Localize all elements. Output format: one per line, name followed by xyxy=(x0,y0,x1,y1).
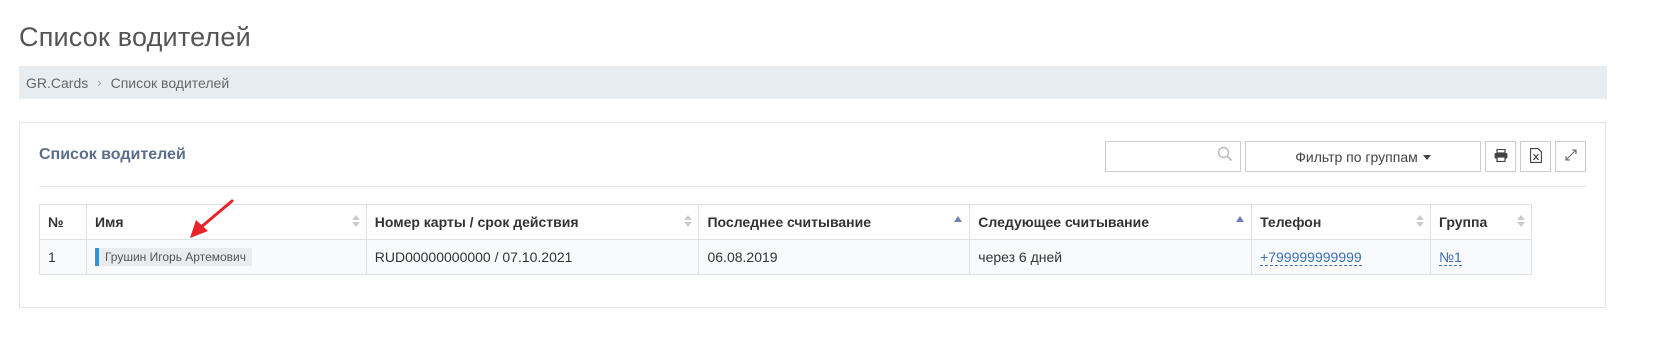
table-row: 1 Грушин Игорь Артемович RUD00000000000 … xyxy=(39,239,1533,275)
breadcrumb-root-link[interactable]: GR.Cards xyxy=(26,75,88,91)
panel-toolbar: Фильтр по группам xyxy=(1105,141,1586,172)
breadcrumb-separator: › xyxy=(97,75,102,90)
sort-icon xyxy=(684,215,693,227)
column-header-next-read[interactable]: Следующее считывание xyxy=(969,204,1253,240)
column-header-num: № xyxy=(39,204,87,240)
breadcrumb-current: Список водителей xyxy=(110,74,230,91)
panel-divider xyxy=(39,186,1586,187)
sort-icon xyxy=(1415,215,1424,227)
group-filter-dropdown[interactable]: Фильтр по группам xyxy=(1245,141,1481,172)
column-header-last-read[interactable]: Последнее считывание xyxy=(698,204,971,240)
cell-next-read: через 6 дней xyxy=(969,239,1253,275)
print-icon xyxy=(1494,148,1508,165)
cell-last-read: 06.08.2019 xyxy=(698,239,971,275)
sort-icon xyxy=(351,215,360,227)
panel-title: Список водителей xyxy=(39,146,186,163)
caret-down-icon xyxy=(1422,155,1431,160)
group-filter-label: Фильтр по группам xyxy=(1295,148,1418,165)
column-header-phone[interactable]: Телефон xyxy=(1251,204,1431,240)
drivers-panel: Список водителей Фильтр по группам № Имя… xyxy=(19,122,1606,308)
column-header-group[interactable]: Группа xyxy=(1429,204,1533,240)
drivers-table: № Имя Номер карты / срок действия Послед… xyxy=(39,204,1533,275)
group-link[interactable]: №1 xyxy=(1438,249,1462,266)
search-input[interactable] xyxy=(1113,143,1217,170)
column-header-card[interactable]: Номер карты / срок действия xyxy=(365,204,700,240)
search-box xyxy=(1105,141,1241,172)
page-title: Список водителей xyxy=(19,22,251,52)
search-icon xyxy=(1217,146,1233,167)
excel-export-button[interactable] xyxy=(1520,141,1551,172)
cell-group: №1 xyxy=(1429,239,1533,275)
phone-link[interactable]: +799999999999 xyxy=(1260,249,1362,266)
annotation-arrow-icon xyxy=(186,198,236,245)
sort-ascending-icon xyxy=(1236,216,1245,222)
excel-export-icon xyxy=(1529,147,1542,166)
sort-ascending-icon xyxy=(954,216,963,222)
cell-phone: +799999999999 xyxy=(1251,239,1431,275)
driver-name-tag[interactable]: Грушин Игорь Артемович xyxy=(94,248,252,266)
fullscreen-icon xyxy=(1564,149,1577,164)
sort-icon xyxy=(1517,215,1525,227)
fullscreen-button[interactable] xyxy=(1555,141,1586,172)
cell-card: RUD00000000000 / 07.10.2021 xyxy=(365,239,700,275)
table-header-row: № Имя Номер карты / срок действия Послед… xyxy=(39,204,1533,240)
cell-num: 1 xyxy=(39,239,87,275)
print-button[interactable] xyxy=(1485,141,1516,172)
breadcrumb: GR.Cards › Список водителей xyxy=(19,66,1607,99)
